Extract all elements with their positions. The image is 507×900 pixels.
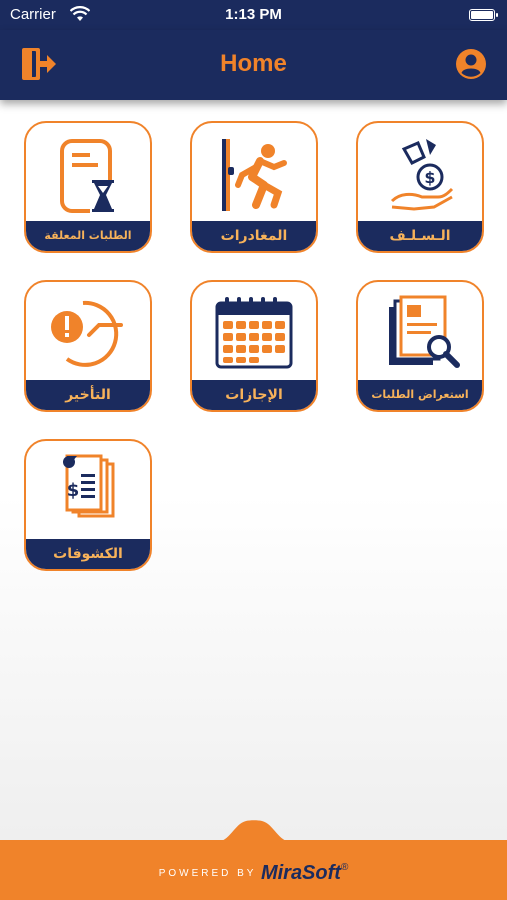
footer: POWERED BY MiraSoft® [0,840,507,900]
tile-label: الـسـلـف [358,221,482,251]
registered-mark: ® [340,862,349,873]
clock: 1:13 PM [225,6,282,23]
tile-review-requests[interactable]: استعراض الطلبات [356,280,484,412]
exit-runner-icon [192,129,316,221]
nav-bar: Home [0,30,507,100]
tile-label: المغادرات [192,221,316,251]
tile-advances[interactable]: $ الـسـلـف [356,121,484,253]
calendar-icon [192,288,316,380]
svg-text:$: $ [424,168,435,187]
tile-label: التأخير [26,380,150,410]
money-hand-icon: $ [358,129,482,221]
review-documents-icon [358,288,482,380]
page-title: Home [220,50,287,77]
tile-vacations[interactable]: الإجازات [190,280,318,412]
footer-notch [216,820,292,842]
tile-label: استعراض الطلبات [358,380,482,410]
battery-icon [469,9,498,21]
tile-departures[interactable]: المغادرات [190,121,318,253]
late-clock-icon [26,288,150,380]
tile-statements[interactable]: $ الكشوفات [24,439,152,571]
profile-icon[interactable] [455,48,487,80]
statements-icon: $ [26,447,150,539]
tile-label: الطلبات المعلقة [26,221,150,251]
powered-by: POWERED BY MiraSoft® [0,862,507,885]
tile-label: الكشوفات [26,539,150,569]
powered-by-label: POWERED BY [158,868,257,879]
svg-text:$: $ [67,480,80,501]
brand-logo: MiraSoft [260,862,341,884]
tile-label: الإجازات [192,380,316,410]
pending-hourglass-icon [26,129,150,221]
status-bar: Carrier 1:13 PM [0,0,507,30]
tile-pending-requests[interactable]: الطلبات المعلقة [24,121,152,253]
tile-lateness[interactable]: التأخير [24,280,152,412]
